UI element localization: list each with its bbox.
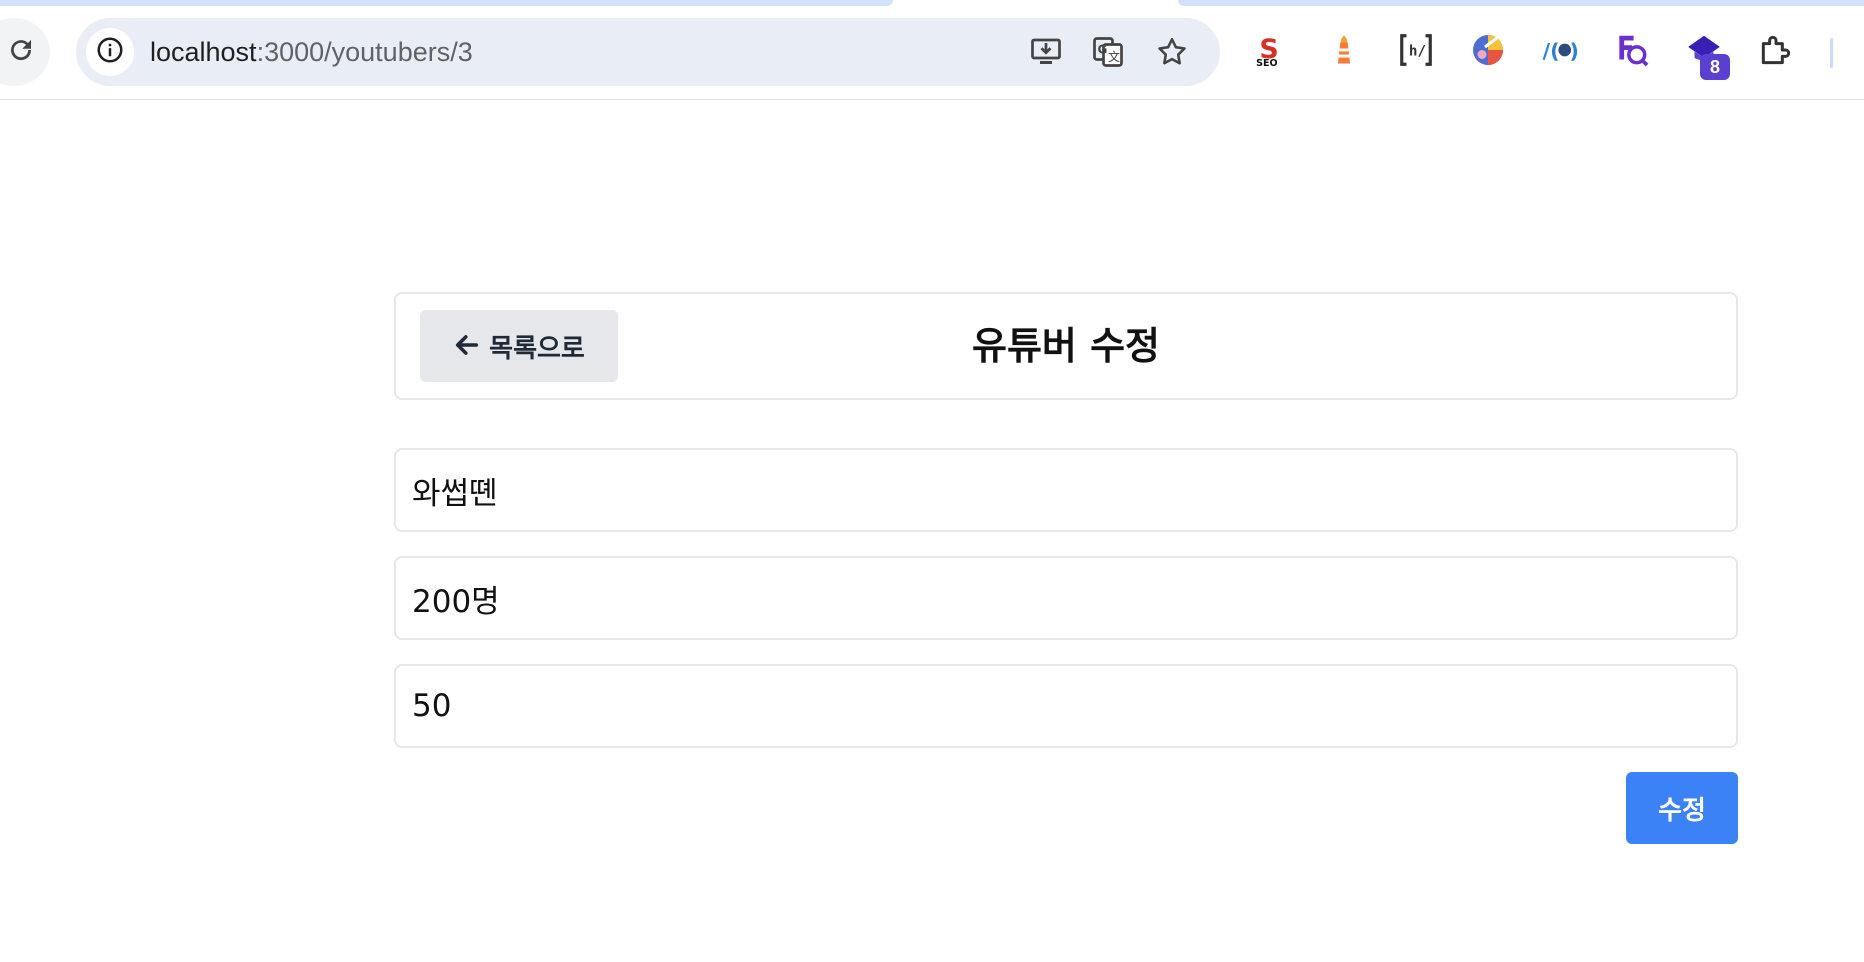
- info-icon: [95, 35, 125, 69]
- install-app-icon[interactable]: [1026, 32, 1066, 72]
- tab-strip-left: [0, 0, 893, 6]
- html-validator-extension-icon[interactable]: h/: [1396, 30, 1436, 70]
- svg-text:/(: /(: [1543, 39, 1560, 63]
- url-text[interactable]: localhost:3000/youtubers/3: [150, 18, 473, 86]
- arrow-left-icon: [453, 331, 481, 362]
- address-bar[interactable]: localhost:3000/youtubers/3 G 文: [76, 18, 1220, 86]
- extension-badge-count: 8: [1700, 54, 1730, 80]
- github-extension-icon[interactable]: /( ): [1540, 30, 1580, 70]
- svg-text:): ): [1570, 39, 1579, 63]
- views-input[interactable]: [394, 664, 1738, 748]
- subscribers-input[interactable]: [394, 556, 1738, 640]
- url-host: localhost: [150, 37, 257, 67]
- colorful-extension-icon[interactable]: [1468, 30, 1508, 70]
- back-to-list-button[interactable]: 목록으로: [420, 310, 618, 382]
- browser-toolbar: localhost:3000/youtubers/3 G 文 S SEO h/ …: [0, 0, 1864, 100]
- svg-text:文: 文: [1108, 49, 1120, 64]
- back-button-label: 목록으로: [489, 333, 585, 364]
- translate-icon[interactable]: G 文: [1088, 32, 1128, 72]
- page-header-card: 목록으로 유튜버 수정: [394, 292, 1738, 400]
- site-info-button[interactable]: [86, 28, 134, 76]
- url-path: :3000/youtubers/3: [256, 37, 473, 67]
- lighthouse-extension-icon[interactable]: [1324, 30, 1364, 70]
- search-extension-icon[interactable]: [1612, 30, 1652, 70]
- toolbar-divider: [1830, 38, 1833, 68]
- bookmark-star-icon[interactable]: [1152, 32, 1192, 72]
- edit-submit-button[interactable]: 수정: [1626, 772, 1738, 844]
- svg-text:SEO: SEO: [1256, 58, 1277, 69]
- reload-button[interactable]: [0, 18, 50, 86]
- svg-text:h/: h/: [1409, 44, 1426, 60]
- svg-text:G: G: [1098, 43, 1108, 57]
- youtuber-name-input[interactable]: [394, 448, 1738, 532]
- tab-strip-right: [1178, 0, 1864, 6]
- seo-extension-icon[interactable]: S SEO: [1252, 30, 1292, 70]
- reload-icon: [6, 35, 36, 69]
- puzzle-extensions-icon[interactable]: [1756, 30, 1796, 70]
